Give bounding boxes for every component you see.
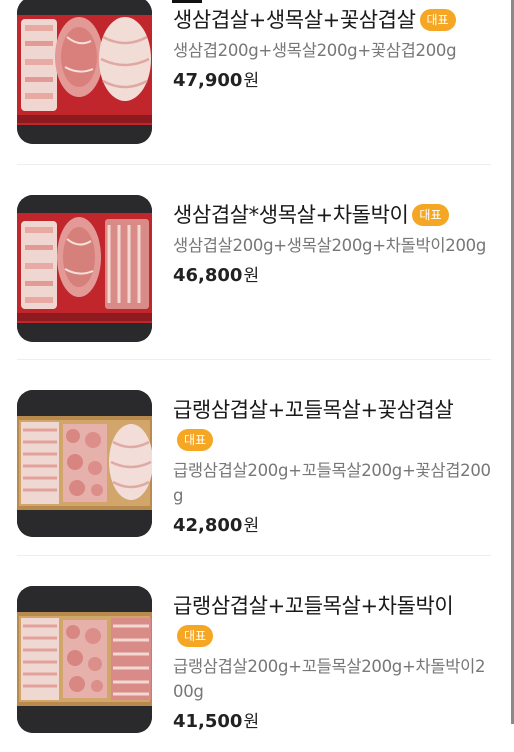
menu-item[interactable]: 생삼겹살*생목살+차돌박이 대표 생삼겹살200g+생목살200g+차돌박이200…: [17, 165, 491, 360]
menu-item-image: [17, 586, 152, 733]
representative-badge: 대표: [412, 204, 449, 226]
menu-item-price: 42,800원: [173, 515, 260, 536]
menu-item-description: 급랭삼겹살200g+꼬들목살200g+차돌박이200g: [173, 657, 486, 701]
menu-item-name: 급랭삼겹살+꼬들목살+꽃삼겹살대표: [173, 395, 491, 455]
menu-item-price: 46,800원: [173, 265, 260, 286]
menu-item-image: [17, 195, 152, 342]
menu-item-info: 생삼겹살+생목살+꽃삼겹살 대표 생삼겹200g+생목살200g+꽃삼겹200g …: [173, 5, 491, 94]
menu-item-image: [17, 0, 152, 144]
menu-item[interactable]: 급랭삼겹살+꼬들목살+꽃삼겹살대표 급랭삼겹살200g+꼬들목살200g+꽃삼겹…: [17, 360, 491, 556]
representative-badge: 대표: [177, 429, 214, 451]
menu-item-description: 생삼겹살200g+생목살200g+차돌박이200g: [173, 236, 487, 255]
menu-item[interactable]: 급랭삼겹살+꼬들목살+차돌박이대표 급랭삼겹살200g+꼬들목살200g+차돌박…: [17, 556, 491, 752]
menu-item-image: [17, 390, 152, 537]
menu-item-price: 41,500원: [173, 711, 260, 732]
menu-item-info: 급랭삼겹살+꼬들목살+차돌박이대표 급랭삼겹살200g+꼬들목살200g+차돌박…: [173, 591, 491, 735]
menu-item-info: 급랭삼겹살+꼬들목살+꽃삼겹살대표 급랭삼겹살200g+꼬들목살200g+꽃삼겹…: [173, 395, 491, 539]
menu-list: 생삼겹살+생목살+꽃삼겹살 대표 생삼겹200g+생목살200g+꽃삼겹200g …: [17, 0, 491, 752]
menu-item-description: 생삼겹200g+생목살200g+꽃삼겹200g: [173, 41, 457, 60]
representative-badge: 대표: [419, 9, 456, 31]
menu-item-info: 생삼겹살*생목살+차돌박이 대표 생삼겹살200g+생목살200g+차돌박이200…: [173, 200, 491, 289]
pork-on-red-tray-image: [17, 0, 152, 144]
menu-item-name: 생삼겹살*생목살+차돌박이 대표: [173, 200, 491, 230]
pork-on-wood-tray-image: [17, 586, 152, 733]
representative-badge: 대표: [177, 625, 214, 647]
menu-item-description: 급랭삼겹살200g+꼬들목살200g+꽃삼겹200g: [173, 461, 491, 505]
menu-item-name: 급랭삼겹살+꼬들목살+차돌박이대표: [173, 591, 491, 651]
pork-on-wood-tray-image: [17, 390, 152, 537]
menu-item[interactable]: 생삼겹살+생목살+꽃삼겹살 대표 생삼겹200g+생목살200g+꽃삼겹200g …: [17, 0, 491, 165]
menu-item-price: 47,900원: [173, 70, 260, 91]
pork-on-red-tray-image: [17, 195, 152, 342]
menu-item-name: 생삼겹살+생목살+꽃삼겹살 대표: [173, 5, 491, 35]
